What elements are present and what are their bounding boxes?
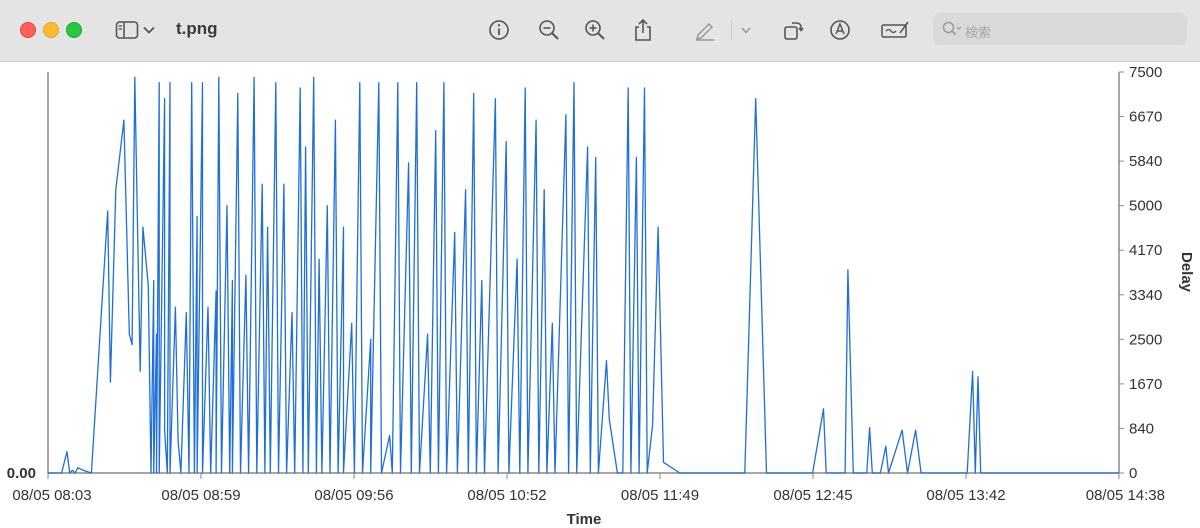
y-tick-label: 0 bbox=[1129, 465, 1137, 482]
x-axis-title: Time bbox=[567, 511, 602, 528]
sidebar-icon[interactable] bbox=[112, 15, 142, 45]
preview-window: t.png 検索 7500 6670 5840 5000 4170 3340 2… bbox=[0, 0, 1200, 528]
y-tick-label: 4170 bbox=[1129, 242, 1162, 259]
x-tick-label: 08/05 14:38 bbox=[1086, 487, 1165, 504]
x-tick-label: 08/05 08:03 bbox=[12, 487, 91, 504]
x-tick-label: 08/05 12:45 bbox=[773, 487, 852, 504]
y-tick-label: 5000 bbox=[1129, 198, 1162, 215]
x-tick-label: 08/05 11:49 bbox=[621, 487, 699, 504]
delay-series-line bbox=[48, 76, 1119, 474]
annotate-icon[interactable] bbox=[825, 15, 855, 45]
search-placeholder: 検索 bbox=[965, 25, 992, 40]
markup-pen-icon[interactable] bbox=[690, 15, 720, 45]
window-title: t.png bbox=[176, 19, 218, 38]
x-tick-label: 08/05 13:42 bbox=[926, 487, 1005, 504]
y-tick-label: 840 bbox=[1129, 420, 1154, 437]
rotate-icon[interactable] bbox=[778, 15, 808, 45]
y-tick-label: 7500 bbox=[1129, 64, 1162, 81]
y-axis-title: Delay bbox=[1178, 252, 1195, 293]
y-tick-label: 3340 bbox=[1129, 287, 1162, 304]
titlebar: t.png 検索 bbox=[0, 0, 1200, 62]
y-tick-label: 2500 bbox=[1129, 331, 1162, 348]
y-tick-label: 1670 bbox=[1129, 376, 1162, 393]
delay-chart: 7500 6670 5840 5000 4170 3340 2500 1670 840 0 0.00… bbox=[7, 64, 1195, 528]
search-icon bbox=[942, 21, 962, 42]
signature-icon[interactable] bbox=[880, 15, 910, 45]
info-icon[interactable] bbox=[484, 15, 514, 45]
y-tick-label: 5840 bbox=[1129, 153, 1162, 170]
search-field[interactable]: 検索 bbox=[933, 13, 1187, 45]
toolbar-separator bbox=[731, 20, 732, 40]
minimize-button[interactable] bbox=[43, 22, 59, 38]
x-tick-label: 08/05 10:52 bbox=[467, 487, 546, 504]
chevron-down-icon[interactable] bbox=[140, 15, 158, 45]
chevron-down-icon[interactable] bbox=[737, 15, 755, 45]
zoom-button[interactable] bbox=[66, 22, 82, 38]
x-tick-label: 08/05 08:59 bbox=[161, 487, 240, 504]
close-button[interactable] bbox=[20, 22, 36, 38]
x-tick-label: 08/05 09:56 bbox=[314, 487, 393, 504]
y-tick-label: 6670 bbox=[1129, 109, 1162, 126]
share-icon[interactable] bbox=[628, 15, 658, 45]
zoom-out-icon[interactable] bbox=[534, 15, 564, 45]
left-axis-label: 0.00 bbox=[7, 465, 36, 482]
zoom-in-icon[interactable] bbox=[580, 15, 610, 45]
